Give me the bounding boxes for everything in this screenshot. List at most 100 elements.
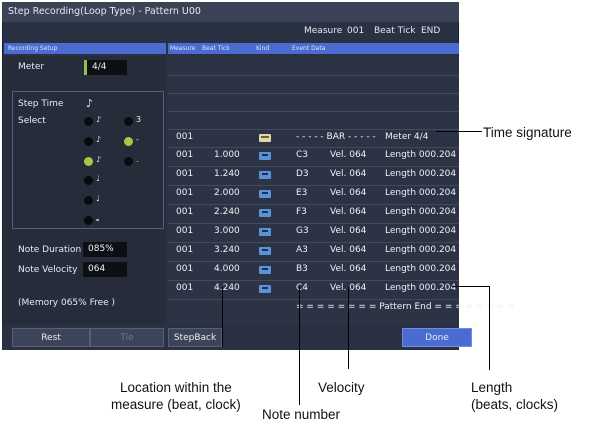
table-row[interactable]: 001 4.240 C4 Vel. 064 Length 000.204 xyxy=(168,280,459,299)
radio-normal[interactable] xyxy=(124,137,133,146)
col-kind: Kind xyxy=(256,45,270,52)
eighth-note-icon: ♩ xyxy=(96,174,100,183)
row-length: Length 000.204 xyxy=(385,150,457,160)
radio-sixtyfourth[interactable] xyxy=(84,117,93,126)
table-row[interactable]: 001 3.240 A3 Vel. 064 Length 000.204 xyxy=(168,242,459,261)
length-annotation: Length (beats, clocks) xyxy=(471,380,559,412)
note-number-leader xyxy=(299,287,300,405)
row-note-number: B3 xyxy=(296,264,308,274)
table-row[interactable]: 001 1.000 C3 Vel. 064 Length 000.204 xyxy=(168,147,459,166)
dotted-label: . xyxy=(136,155,139,164)
note-event-icon xyxy=(259,171,271,179)
row-length: Length 000.204 xyxy=(385,188,457,198)
note-event-icon xyxy=(259,247,271,255)
row-length: Length 000.204 xyxy=(385,226,457,236)
col-beat-tick: Beat Tick xyxy=(202,45,230,52)
row-beat-tick: 1.000 xyxy=(214,150,240,160)
row-beat-tick: 4.000 xyxy=(214,264,240,274)
time-signature-leader xyxy=(436,131,482,132)
memory-status: (Memory 065% Free ) xyxy=(18,298,116,308)
row-measure: 001 xyxy=(176,283,194,293)
bar-event-icon xyxy=(259,134,271,142)
row-note-number: C3 xyxy=(296,150,309,160)
note-number-annotation: Note number xyxy=(262,407,341,422)
normal-label: - xyxy=(136,135,139,144)
row-length: Length 000.204 xyxy=(385,264,457,274)
pattern-end-row: = = = = = = = = Pattern End = = = = = = … xyxy=(168,299,515,318)
note-event-icon xyxy=(259,190,271,198)
row-note-number: C4 xyxy=(296,283,309,293)
beat-tick-value[interactable]: END xyxy=(421,26,440,40)
table-row[interactable]: 001 1.240 D3 Vel. 064 Length 000.204 xyxy=(168,166,459,185)
row-velocity: Vel. 064 xyxy=(330,264,367,274)
radio-eighth[interactable] xyxy=(84,176,93,185)
row-measure: 001 xyxy=(176,150,194,160)
note-duration-field[interactable]: 085% xyxy=(83,242,127,257)
radio-sixteenth[interactable] xyxy=(84,157,93,166)
row-measure: 001 xyxy=(176,245,194,255)
rest-button[interactable]: Rest xyxy=(12,328,90,347)
row-velocity: Vel. 064 xyxy=(330,226,367,236)
note-event-icon xyxy=(259,209,271,217)
meter-field[interactable]: 4/4 xyxy=(87,60,127,75)
step-back-button[interactable]: StepBack xyxy=(168,328,222,347)
beat-tick-label: Beat Tick xyxy=(374,26,416,36)
recording-setup-title: Recording Setup xyxy=(8,45,58,52)
select-label: Select xyxy=(18,116,46,126)
radio-thirtysecond[interactable] xyxy=(84,137,93,146)
note-velocity-label: Note Velocity xyxy=(18,265,78,275)
row-velocity: Vel. 064 xyxy=(330,245,367,255)
row-length: Length 000.204 xyxy=(385,283,457,293)
row-event-data: - - - - - BAR - - - - - xyxy=(296,132,376,142)
row-note-number: A3 xyxy=(296,245,308,255)
row-beat-tick: 3.240 xyxy=(214,245,240,255)
triplet-label: 3 xyxy=(136,115,142,124)
row-velocity: Vel. 064 xyxy=(330,169,367,179)
row-length: Length 000.204 xyxy=(385,245,457,255)
row-note-number: E3 xyxy=(296,188,308,198)
measure-value[interactable]: 001 xyxy=(347,26,364,40)
note-event-icon xyxy=(259,152,271,160)
row-beat-tick: 2.240 xyxy=(214,207,240,217)
length-leader-horizontal xyxy=(452,286,490,287)
row-measure: 001 xyxy=(176,207,194,217)
row-event-detail: Meter 4/4 xyxy=(385,132,429,142)
row-velocity: Vel. 064 xyxy=(330,188,367,198)
step-time-note-icon: ♪ xyxy=(86,97,94,110)
table-row[interactable]: 001 4.000 B3 Vel. 064 Length 000.204 xyxy=(168,261,459,280)
radio-dotted[interactable] xyxy=(124,157,133,166)
sixtyfourth-note-icon: ♪ xyxy=(96,115,102,124)
row-note-number: G3 xyxy=(296,226,309,236)
note-duration-label: Note Duration xyxy=(18,245,82,255)
row-beat-tick: 1.240 xyxy=(214,169,240,179)
row-measure: 001 xyxy=(176,169,194,179)
sixteenth-note-icon: ♪ xyxy=(96,155,102,164)
row-note-number: D3 xyxy=(296,169,309,179)
table-row[interactable]: 001 3.000 G3 Vel. 064 Length 000.204 xyxy=(168,223,459,242)
row-beat-tick: 2.000 xyxy=(214,188,240,198)
pattern-end-marker: = = = = = = = = Pattern End = = = = = = … xyxy=(296,302,515,312)
table-row[interactable]: 001 2.000 E3 Vel. 064 Length 000.204 xyxy=(168,185,459,204)
radio-whole[interactable] xyxy=(84,216,93,225)
step-time-label: Step Time xyxy=(18,99,64,109)
window-title: Step Recording(Loop Type) - Pattern U00 xyxy=(2,2,459,22)
row-beat-tick: 4.240 xyxy=(214,283,240,293)
row-velocity: Vel. 064 xyxy=(330,150,367,160)
radio-quarter[interactable] xyxy=(84,196,93,205)
done-button[interactable]: Done xyxy=(402,328,472,347)
row-length: Length 000.204 xyxy=(385,169,457,179)
measure-label: Measure xyxy=(304,26,343,36)
time-signature-annotation: Time signature xyxy=(483,125,572,140)
note-velocity-field[interactable]: 064 xyxy=(83,262,127,277)
table-row[interactable]: 001 2.240 F3 Vel. 064 Length 000.204 xyxy=(168,204,459,223)
location-leader xyxy=(222,287,223,347)
quarter-note-icon: ♩ xyxy=(96,194,100,203)
radio-triplet[interactable] xyxy=(124,117,133,126)
table-row[interactable]: 001 - - - - - BAR - - - - - Meter 4/4 xyxy=(168,129,459,148)
tie-button[interactable]: Tie xyxy=(90,328,164,347)
thirtysecond-note-icon: ♪ xyxy=(96,135,102,144)
row-velocity: Vel. 064 xyxy=(330,207,367,217)
length-leader-vertical xyxy=(489,286,490,370)
row-length: Length 000.204 xyxy=(385,207,457,217)
step-recording-screen: Step Recording(Loop Type) - Pattern U00 … xyxy=(2,2,515,350)
